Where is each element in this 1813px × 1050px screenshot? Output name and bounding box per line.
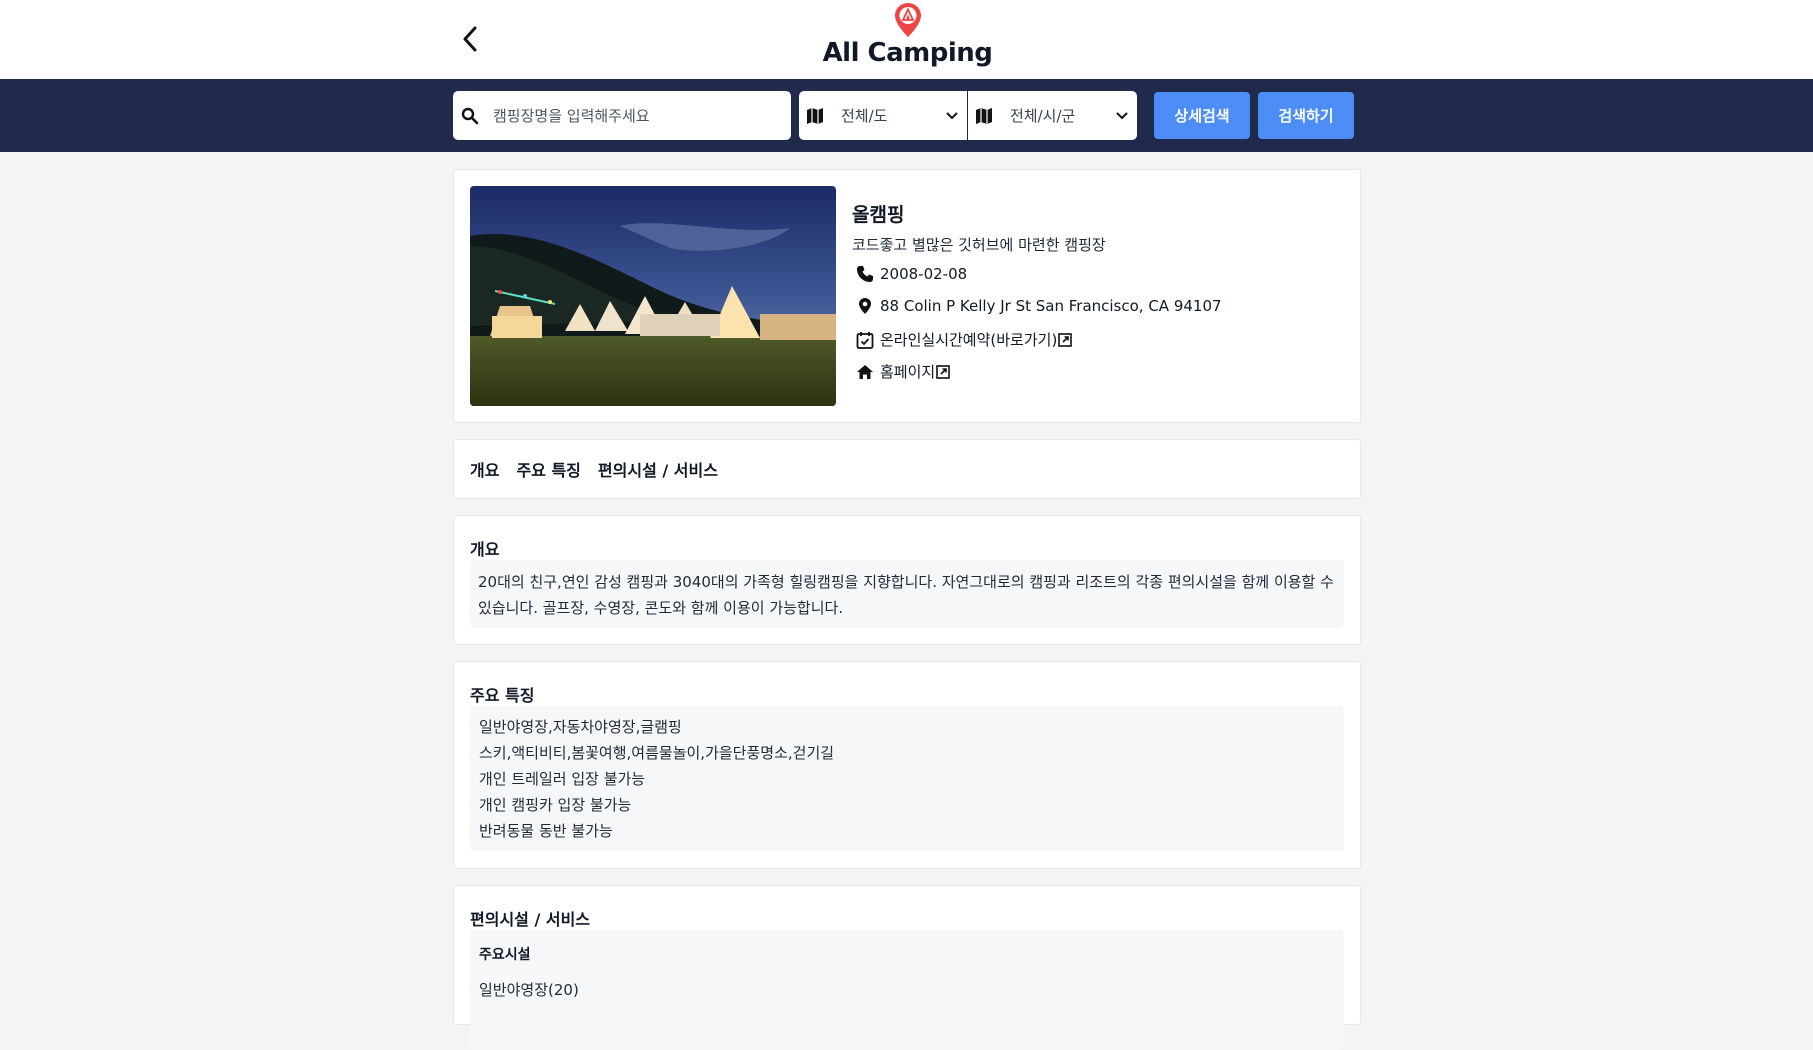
list-item: 반려동물 동반 불가능 [479, 822, 613, 840]
search-icon [461, 107, 479, 124]
section-tabs: 개요 주요 특징 편의시설 / 서비스 [453, 439, 1361, 499]
logo-text: All Camping [822, 38, 993, 68]
overview-section: 개요 20대의 친구,연인 감성 캠핑과 3040대의 가족형 힐링캠핑을 지향… [453, 515, 1361, 645]
location-pin-icon [859, 298, 871, 314]
list-item: 스키,액티비티,봄꽃여행,여름물놀이,가을단풍명소,걷기길 [479, 744, 835, 762]
facility-item: 일반야영장(20) [479, 981, 579, 999]
search-bar: 전체/도 전체/시/군 상세검색 검색하기 [0, 79, 1813, 152]
map-pin-logo-icon [895, 3, 921, 37]
homepage-link-label: 홈페이지 [880, 363, 936, 381]
city-select[interactable]: 전체/시/군 [968, 91, 1137, 140]
chevron-down-icon [1116, 111, 1128, 119]
facilities-body: 주요시설 일반야영장(20) [470, 930, 1344, 1050]
homepage-link[interactable]: 홈페이지 [856, 361, 956, 382]
tab-overview[interactable]: 개요 [470, 457, 499, 481]
camp-tagline: 코드좋고 별많은 깃허브에 마련한 캠핑장 [852, 236, 1106, 254]
booking-link[interactable]: 온라인실시간예약(바로가기) [856, 329, 1078, 350]
list-item: 개인 트레일러 입장 불가능 [479, 770, 646, 788]
search-field[interactable] [453, 91, 791, 140]
booking-link-label: 온라인실시간예약(바로가기) [880, 331, 1058, 349]
calendar-check-icon [856, 331, 874, 349]
top-header: All Camping [0, 0, 1813, 79]
facilities-section: 편의시설 / 서비스 주요시설 일반야영장(20) [453, 885, 1361, 1050]
list-item: 개인 캠핑카 입장 불가능 [479, 796, 632, 814]
address-row: 88 Colin P Kelly Jr St San Francisco, CA… [856, 297, 1222, 315]
map-icon [807, 107, 823, 124]
home-icon [857, 364, 873, 379]
features-list: 일반야영장,자동차야영장,글램핑 스키,액티비티,봄꽃여행,여름물놀이,가을단풍… [470, 706, 1344, 851]
camp-name: 올캠핑 [852, 204, 905, 226]
facilities-subtitle: 주요시설 [479, 947, 531, 963]
facilities-title: 편의시설 / 서비스 [470, 910, 591, 929]
overview-title: 개요 [470, 540, 500, 559]
province-select[interactable]: 전체/도 [799, 91, 967, 140]
external-link-icon [1058, 332, 1073, 347]
search-button[interactable]: 검색하기 [1258, 92, 1354, 139]
province-select-value: 전체/도 [841, 107, 888, 125]
back-button[interactable] [455, 22, 485, 56]
address-text: 88 Colin P Kelly Jr St San Francisco, CA… [880, 297, 1222, 315]
list-item: 일반야영장,자동차야영장,글램핑 [479, 718, 682, 736]
chevron-down-icon [946, 111, 958, 119]
phone-icon [857, 266, 873, 282]
chevron-left-icon [463, 26, 477, 52]
tab-facilities[interactable]: 편의시설 / 서비스 [598, 457, 718, 481]
overview-text: 20대의 친구,연인 감성 캠핑과 3040대의 가족형 힐링캠핑을 지향합니다… [470, 560, 1344, 628]
camp-summary-card: 올캠핑 코드좋고 별많은 깃허브에 마련한 캠핑장 2008-02-08 88 … [453, 169, 1361, 423]
tab-features[interactable]: 주요 특징 [516, 457, 580, 481]
phone-number: 2008-02-08 [880, 265, 968, 283]
detail-search-button[interactable]: 상세검색 [1154, 92, 1250, 139]
map-icon [976, 107, 992, 124]
logo[interactable]: All Camping [820, 0, 995, 79]
city-select-value: 전체/시/군 [1010, 107, 1076, 125]
features-title: 주요 특징 [470, 686, 535, 705]
phone-row: 2008-02-08 [856, 265, 967, 283]
external-link-icon [936, 364, 951, 379]
search-input[interactable] [491, 105, 785, 126]
camp-photo [470, 186, 836, 406]
features-section: 주요 특징 일반야영장,자동차야영장,글램핑 스키,액티비티,봄꽃여행,여름물놀… [453, 661, 1361, 869]
